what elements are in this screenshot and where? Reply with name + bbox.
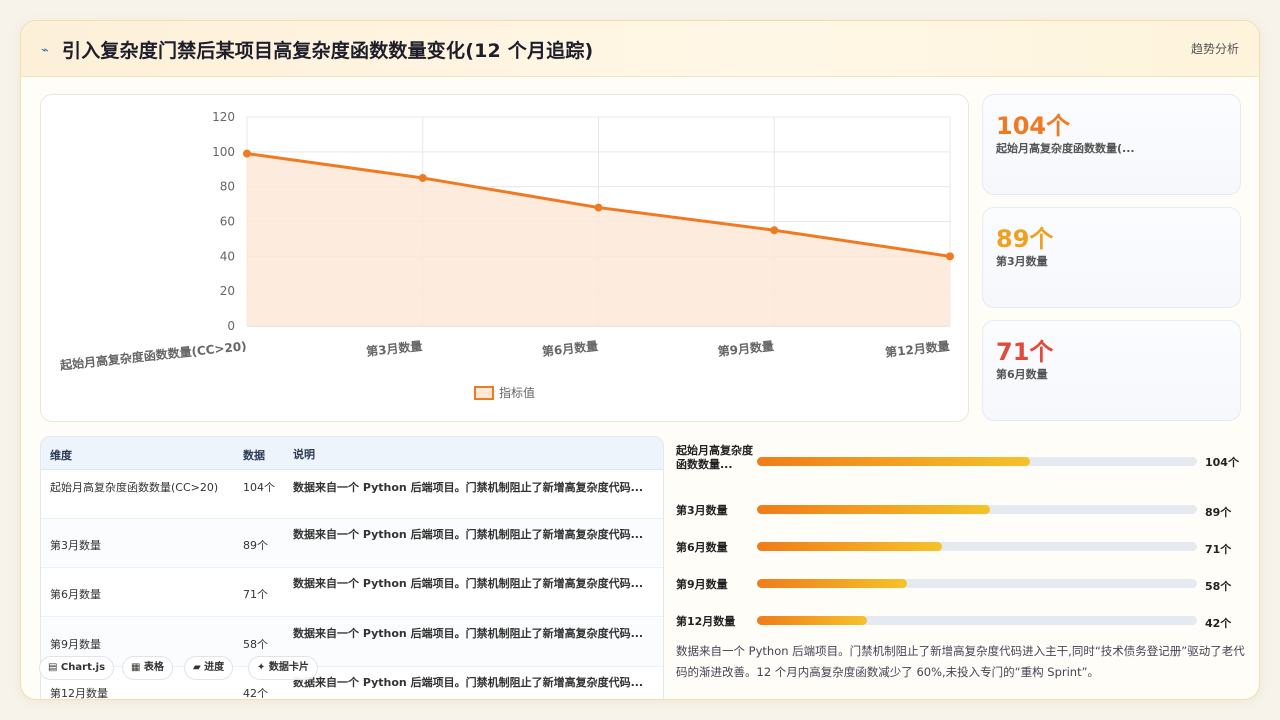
header-data: 数据 [243, 449, 265, 462]
stat-label: 第6月数量 [996, 368, 1048, 381]
progress-row: 起始月高复杂度函数数量... 104个 [676, 444, 1246, 474]
tab-progress[interactable]: ▰ 进度 [184, 656, 234, 680]
legend-swatch [474, 386, 494, 400]
cell-value: 104个 [243, 481, 275, 494]
data-point [946, 252, 954, 261]
table-row: 起始月高复杂度函数数量(CC>20) 104个 数据来自一个 Python 后端… [41, 470, 663, 519]
cell-value: 89个 [243, 539, 268, 552]
progress-value: 58个 [1205, 580, 1232, 593]
progress-fill [757, 457, 1030, 466]
area-chart: 0 20 40 60 80 100 120 起始月高复杂度函数数量(CC>20) 第3月数量 第6… [58, 110, 954, 400]
x-tick-label: 第12月数量 [884, 338, 950, 360]
x-tick-label: 起始月高复杂度函数数量(CC>20) [58, 338, 247, 373]
y-tick-label: 0 [227, 319, 235, 333]
data-point [770, 226, 779, 235]
tab-table[interactable]: ▦ 表格 [122, 656, 173, 680]
y-tick-label: 80 [220, 180, 235, 194]
cell-dimension: 起始月高复杂度函数数量(CC>20) [50, 481, 219, 494]
cell-value: 71个 [243, 588, 268, 601]
x-tick-label: 第3月数量 [365, 338, 423, 359]
stat-value: 71个 [996, 338, 1054, 366]
stat-label: 起始月高复杂度函数数量(... [996, 142, 1135, 155]
stat-value: 89个 [996, 225, 1054, 253]
progress-value: 71个 [1205, 543, 1232, 556]
stat-card-start: 104个 起始月高复杂度函数数量(... [982, 94, 1241, 195]
data-point [594, 203, 603, 212]
cell-dimension: 第12月数量 [50, 687, 108, 700]
progress-fill [757, 505, 991, 514]
header-note: 说明 [293, 448, 315, 461]
progress-label: 起始月高复杂度函数数量... [676, 444, 753, 471]
cell-value: 58个 [243, 638, 268, 651]
stat-card-month3: 89个 第3月数量 [982, 207, 1241, 308]
table-row: 第6月数量 71个 数据来自一个 Python 后端项目。门禁机制阻止了新增高复… [41, 568, 663, 617]
cell-note: 数据来自一个 Python 后端项目。门禁机制阻止了新增高复杂度代码... [293, 577, 644, 590]
progress-track [757, 579, 1197, 588]
progress-track [757, 457, 1197, 466]
legend-label: 指标值 [499, 385, 535, 400]
table-row: 第3月数量 89个 数据来自一个 Python 后端项目。门禁机制阻止了新增高复… [41, 519, 663, 568]
progress-value: 42个 [1205, 617, 1232, 630]
progress-row: 第12月数量 42个 [676, 607, 1246, 637]
progress-value: 104个 [1205, 456, 1239, 469]
progress-row: 第9月数量 58个 [676, 570, 1246, 600]
table-header: 维度 数据 说明 [41, 437, 663, 470]
tab-data-card[interactable]: ✦ 数据卡片 [248, 656, 318, 680]
progress-fill [757, 616, 867, 625]
cell-dimension: 第9月数量 [50, 638, 101, 651]
progress-label: 第9月数量 [676, 578, 728, 591]
stat-label: 第3月数量 [996, 255, 1048, 268]
progress-track [757, 542, 1197, 551]
x-tick-label: 第6月数量 [541, 338, 599, 359]
cell-note: 数据来自一个 Python 后端项目。门禁机制阻止了新增高复杂度代码... [293, 676, 644, 689]
y-tick-label: 20 [220, 284, 235, 298]
y-tick-label: 100 [212, 145, 235, 159]
tab-chartjs[interactable]: ▤ Chart.js [39, 656, 115, 680]
cell-dimension: 第6月数量 [50, 588, 101, 601]
progress-row: 第3月数量 89个 [676, 496, 1246, 526]
trend-line-icon: ⌁ [41, 43, 49, 58]
progress-label: 第12月数量 [676, 615, 736, 628]
y-tick-label: 40 [220, 249, 235, 263]
progress-row: 第6月数量 71个 [676, 533, 1246, 563]
stat-card-month6: 71个 第6月数量 [982, 320, 1241, 421]
progress-fill [757, 542, 942, 551]
cell-dimension: 第3月数量 [50, 539, 101, 552]
header-dimension: 维度 [50, 449, 72, 462]
data-point [243, 149, 251, 158]
chart-panel: 0 20 40 60 80 100 120 起始月高复杂度函数数量(CC>20) 第3月数量 第6… [40, 94, 969, 422]
dashboard-card: ⌁ 引入复杂度门禁后某项目高复杂度函数数量变化(12 个月追踪) 趋势分析 0 2… [20, 20, 1260, 700]
x-tick-label: 第9月数量 [717, 338, 775, 359]
cell-note: 数据来自一个 Python 后端项目。门禁机制阻止了新增高复杂度代码... [293, 481, 644, 494]
data-point [418, 173, 427, 182]
cell-note: 数据来自一个 Python 后端项目。门禁机制阻止了新增高复杂度代码... [293, 627, 644, 640]
summary-text: 数据来自一个 Python 后端项目。门禁机制阻止了新增高复杂度代码进入主干,同… [676, 644, 1245, 679]
progress-track [757, 505, 1197, 514]
analysis-type-tag: 趋势分析 [1190, 42, 1239, 56]
y-tick-label: 60 [220, 215, 235, 229]
progress-value: 89个 [1205, 506, 1232, 519]
progress-track [757, 616, 1197, 625]
cell-value: 42个 [243, 687, 268, 700]
progress-label: 第6月数量 [676, 541, 728, 554]
stat-value: 104个 [996, 112, 1071, 140]
cell-note: 数据来自一个 Python 后端项目。门禁机制阻止了新增高复杂度代码... [293, 528, 644, 541]
page-title: 引入复杂度门禁后某项目高复杂度函数数量变化(12 个月追踪) [62, 40, 594, 62]
y-tick-label: 120 [212, 110, 235, 124]
header: ⌁ 引入复杂度门禁后某项目高复杂度函数数量变化(12 个月追踪) 趋势分析 [21, 21, 1259, 77]
progress-label: 第3月数量 [676, 504, 728, 517]
progress-fill [757, 579, 907, 588]
